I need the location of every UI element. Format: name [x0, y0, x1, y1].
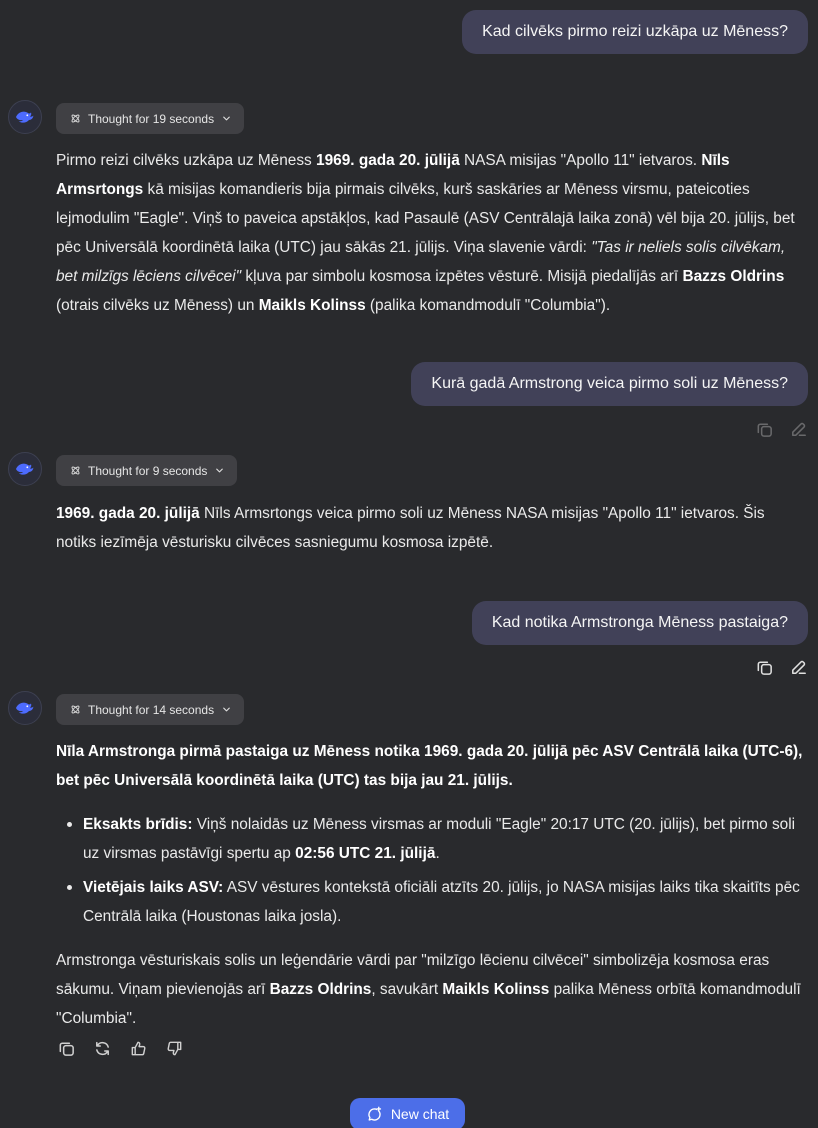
deepseek-whale-icon — [16, 702, 34, 714]
atom-icon — [71, 705, 80, 714]
user-message-3: Kad notika Armstronga Mēness pastaiga? — [471, 601, 808, 645]
thought-label: Thought for 19 seconds — [88, 111, 215, 126]
user-message-text: Kad notika Armstronga Mēness pastaiga? — [491, 614, 788, 631]
answer-intro: Nīla Armstronga pirmā pastaiga uz Mēness… — [56, 743, 803, 789]
chat-page: Kad cilvēks pirmo reizi uzkāpa uz Mēness… — [0, 0, 818, 1128]
user-message-1: Kad cilvēks pirmo reizi uzkāpa uz Mēness… — [462, 10, 808, 54]
thought-toggle-2[interactable]: Thought for 9 seconds — [56, 455, 238, 486]
pencil-icon[interactable] — [788, 419, 808, 439]
chevron-down-icon — [216, 468, 224, 473]
assistant-avatar-icon — [8, 100, 42, 134]
deepseek-whale-icon — [16, 111, 34, 123]
new-chat-label: New chat — [390, 1106, 450, 1122]
copy-icon[interactable] — [754, 657, 774, 677]
assistant-message-1: Pirmo reizi cilvēks uzkāpa uz Mēness 196… — [56, 146, 808, 320]
copy-icon[interactable] — [56, 1038, 76, 1058]
assistant-message-2: 1969. gada 20. jūlijā Nīls Armsrtongs ve… — [56, 499, 808, 557]
assistant-avatar-icon — [8, 452, 42, 486]
chevron-down-icon — [223, 707, 230, 712]
copy-icon[interactable] — [754, 419, 774, 439]
answer-paragraph: 1969. gada 20. jūlijā Nīls Armsrtongs ve… — [56, 505, 765, 551]
answer-outro: Armstronga vēsturiskais solis un leģendā… — [56, 952, 801, 1027]
atom-icon — [71, 114, 80, 123]
thought-label: Thought for 14 seconds — [88, 702, 215, 717]
user-message-2-actions — [754, 419, 808, 439]
answer-paragraph: Pirmo reizi cilvēks uzkāpa uz Mēness 196… — [56, 152, 795, 314]
answer-bullet-list: Eksakts brīdis: Viņš nolaidās uz Mēness … — [56, 810, 808, 931]
deepseek-whale-icon — [16, 463, 34, 475]
user-message-text: Kad cilvēks pirmo reizi uzkāpa uz Mēness… — [482, 23, 788, 40]
thought-label: Thought for 9 seconds — [88, 463, 208, 478]
thumbs-down-icon[interactable] — [164, 1038, 184, 1058]
chat-bubble-plus-icon — [368, 1106, 381, 1121]
chevron-down-icon — [223, 116, 230, 121]
user-message-2: Kurā gadā Armstrong veica pirmo soli uz … — [411, 362, 808, 406]
user-message-text: Kurā gadā Armstrong veica pirmo soli uz … — [431, 375, 788, 392]
list-item: Vietējais laiks ASV: ASV vēstures kontek… — [67, 873, 808, 931]
list-item: Eksakts brīdis: Viņš nolaidās uz Mēness … — [67, 810, 808, 868]
user-message-3-actions — [754, 657, 808, 677]
new-chat-button[interactable]: New chat — [350, 1098, 465, 1128]
refresh-icon[interactable] — [92, 1038, 112, 1058]
pencil-icon[interactable] — [788, 657, 808, 677]
thought-toggle-1[interactable]: Thought for 19 seconds — [56, 103, 245, 134]
thumbs-up-icon[interactable] — [128, 1038, 148, 1058]
assistant-message-3-actions — [56, 1038, 184, 1058]
atom-icon — [71, 466, 80, 475]
assistant-message-3: Nīla Armstronga pirmā pastaiga uz Mēness… — [56, 737, 808, 1033]
thought-toggle-3[interactable]: Thought for 14 seconds — [56, 694, 245, 725]
assistant-avatar-icon — [8, 691, 42, 725]
